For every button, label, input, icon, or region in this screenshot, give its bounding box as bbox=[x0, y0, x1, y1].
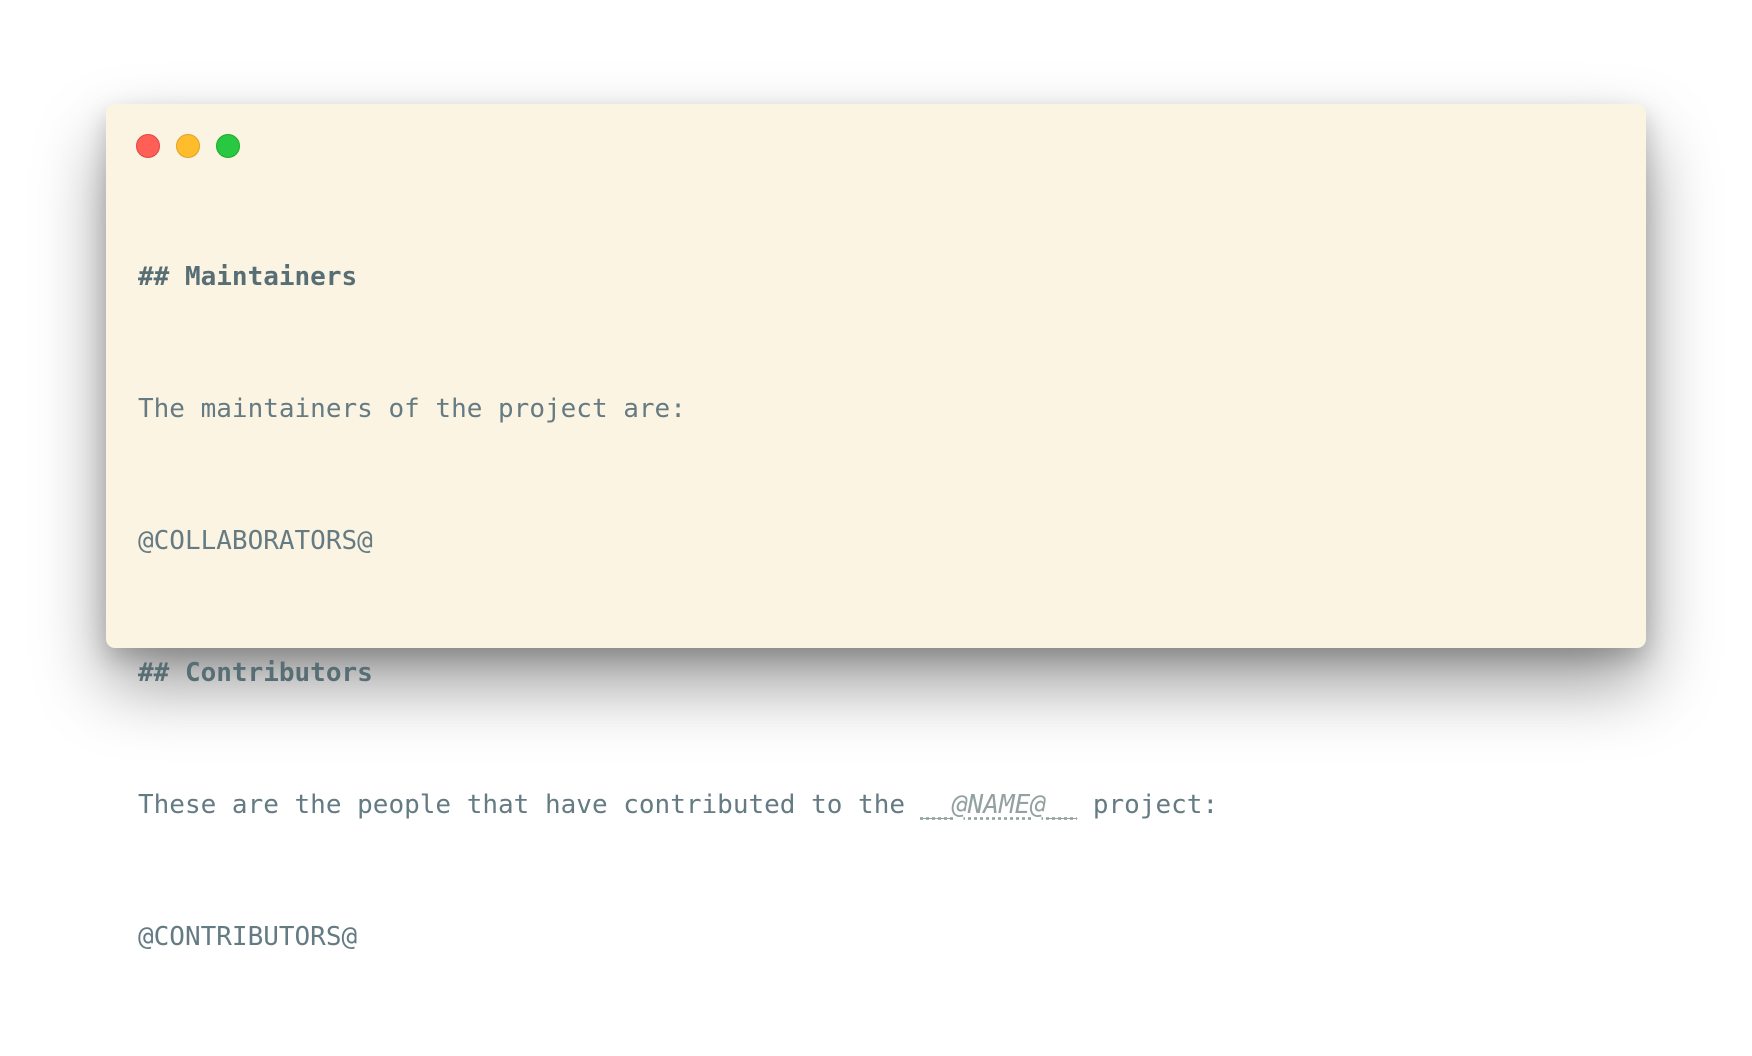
heading-contributors: ## Contributors bbox=[138, 658, 373, 688]
code-view[interactable]: ## Maintainers The maintainers of the pr… bbox=[138, 204, 1614, 1056]
contributors-placeholder: @CONTRIBUTORS@ bbox=[138, 922, 358, 952]
collaborators-placeholder: @COLLABORATORS@ bbox=[138, 526, 373, 556]
name-variable: __@NAME@__ bbox=[920, 790, 1078, 820]
editor-window: ## Maintainers The maintainers of the pr… bbox=[106, 104, 1646, 950]
maintainers-text: The maintainers of the project are: bbox=[138, 394, 686, 424]
contributors-text-prefix: These are the people that have contribut… bbox=[138, 790, 921, 820]
contributors-text-suffix: project: bbox=[1077, 790, 1219, 820]
contributors-text: These are the people that have contribut… bbox=[138, 792, 1614, 864]
maximize-button[interactable] bbox=[216, 134, 240, 158]
close-button[interactable] bbox=[136, 134, 160, 158]
minimize-button[interactable] bbox=[176, 134, 200, 158]
window-controls bbox=[136, 134, 240, 158]
heading-maintainers: ## Maintainers bbox=[138, 262, 358, 292]
